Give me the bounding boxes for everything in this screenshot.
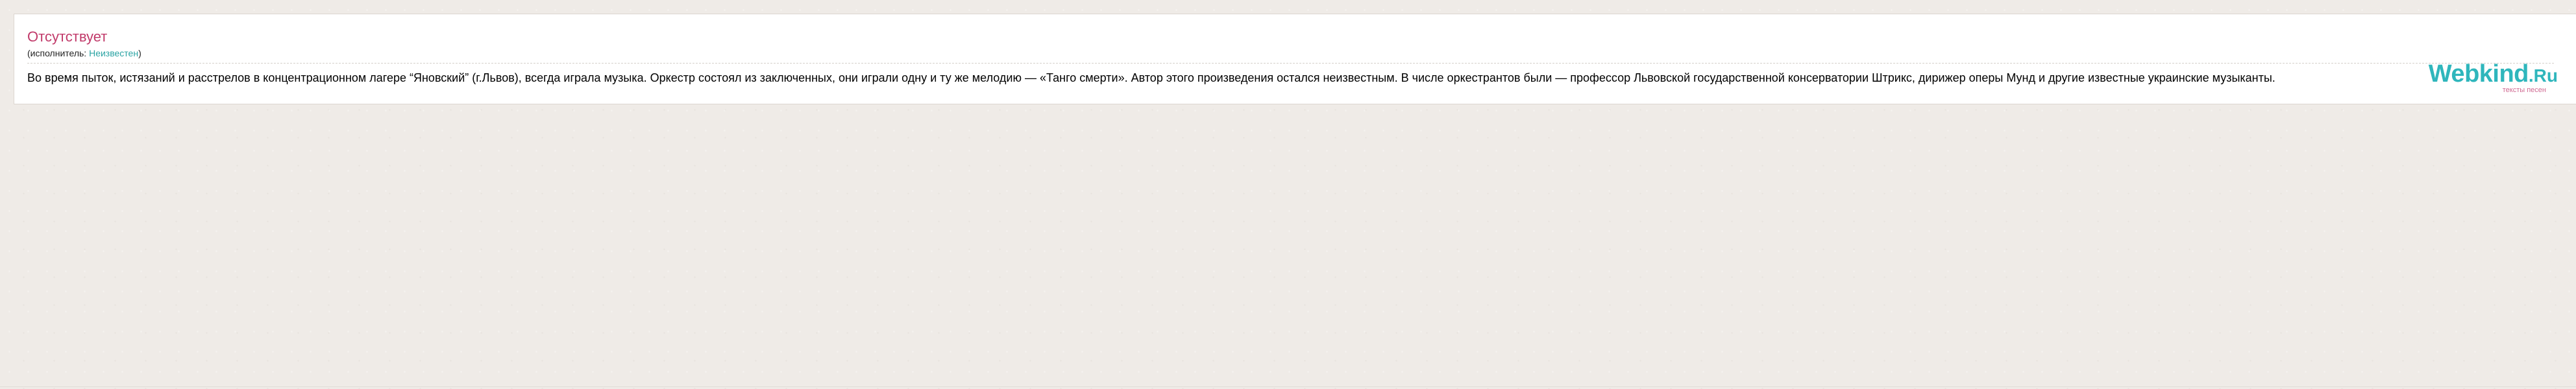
- performer-link[interactable]: Неизвестен: [89, 48, 138, 58]
- song-title: Отсутствует: [27, 29, 108, 45]
- song-card: Отсутствует (исполнитель: Неизвестен) Во…: [14, 14, 2576, 104]
- logo-main: Webkind: [2428, 60, 2529, 88]
- logo-tld: .Ru: [2528, 65, 2558, 86]
- logo-wordmark: Webkind.Ru: [2429, 62, 2558, 86]
- bottom-divider: [0, 386, 2576, 387]
- performer-line: (исполнитель: Неизвестен): [27, 47, 2576, 59]
- site-logo[interactable]: Webkind.Ru тексты песен: [2429, 62, 2558, 94]
- divider: [27, 63, 2554, 64]
- performer-prefix: (исполнитель:: [27, 48, 90, 58]
- lyrics-text: Во время пыток, истязаний и расстрелов в…: [27, 71, 2275, 84]
- performer-suffix: ): [138, 48, 141, 58]
